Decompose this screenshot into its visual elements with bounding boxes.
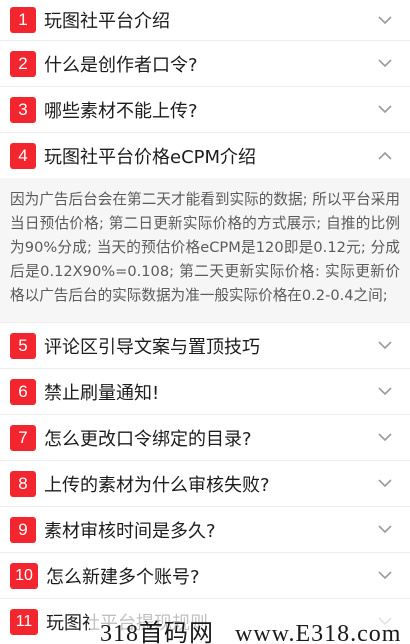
faq-header-5[interactable]: 5 评论区引导文案与置顶技巧: [0, 323, 410, 368]
number-badge: 6: [10, 378, 36, 405]
number-badge: 5: [10, 332, 36, 359]
faq-item-5: 5 评论区引导文案与置顶技巧: [0, 323, 410, 369]
faq-title: 哪些素材不能上传?: [44, 100, 198, 122]
number-badge: 3: [10, 96, 36, 123]
chevron-down-icon[interactable]: [372, 97, 398, 123]
faq-item-6: 6 禁止刷量通知!: [0, 369, 410, 415]
number-badge: 11: [10, 608, 38, 635]
number-badge: 1: [10, 7, 36, 33]
faq-title: 玩图社平台价格eCPM介绍: [44, 146, 257, 168]
faq-header-11[interactable]: 11 玩图社平台提现规则: [0, 599, 410, 644]
faq-header-10[interactable]: 10 怎么新建多个账号?: [0, 553, 410, 598]
faq-header-8[interactable]: 8 上传的素材为什么审核失败?: [0, 461, 410, 506]
faq-item-7: 7 怎么更改口令绑定的目录?: [0, 415, 410, 461]
faq-title: 怎么新建多个账号?: [46, 566, 200, 588]
faq-title: 什么是创作者口令?: [44, 54, 198, 76]
faq-header-3[interactable]: 3 哪些素材不能上传?: [0, 87, 410, 132]
faq-header-6[interactable]: 6 禁止刷量通知!: [0, 369, 410, 414]
faq-item-2: 2 什么是创作者口令?: [0, 41, 410, 87]
faq-item-8: 8 上传的素材为什么审核失败?: [0, 461, 410, 507]
chevron-down-icon[interactable]: [372, 471, 398, 497]
faq-title: 玩图社平台介绍: [44, 11, 170, 32]
faq-item-10: 10 怎么新建多个账号?: [0, 553, 410, 599]
chevron-down-icon[interactable]: [372, 425, 398, 451]
faq-header-9[interactable]: 9 素材审核时间是多久?: [0, 507, 410, 552]
number-badge: 7: [10, 424, 36, 451]
faq-item-4: 4 玩图社平台价格eCPM介绍 因为广告后台会在第二天才能看到实际的数据; 所以…: [0, 133, 410, 323]
chevron-down-icon[interactable]: [372, 517, 398, 543]
faq-item-9: 9 素材审核时间是多久?: [0, 507, 410, 553]
chevron-down-icon[interactable]: [372, 51, 398, 77]
faq-header-1[interactable]: 1 玩图社平台介绍: [0, 0, 410, 40]
faq-answer: 因为广告后台会在第二天才能看到实际的数据; 所以平台采用当日预估价格; 第二日更…: [0, 178, 410, 322]
faq-header-2[interactable]: 2 什么是创作者口令?: [0, 41, 410, 86]
faq-header-7[interactable]: 7 怎么更改口令绑定的目录?: [0, 415, 410, 460]
faq-title: 上传的素材为什么审核失败?: [44, 474, 270, 496]
faq-item-11: 11 玩图社平台提现规则: [0, 599, 410, 644]
faq-header-4[interactable]: 4 玩图社平台价格eCPM介绍: [0, 133, 410, 178]
number-badge: 4: [10, 142, 36, 169]
chevron-down-icon[interactable]: [372, 609, 398, 635]
faq-title: 玩图社平台提现规则: [46, 612, 208, 634]
chevron-down-icon[interactable]: [372, 333, 398, 359]
faq-title: 怎么更改口令绑定的目录?: [44, 428, 252, 450]
number-badge: 9: [10, 516, 36, 543]
chevron-down-icon[interactable]: [372, 563, 398, 589]
number-badge: 8: [10, 470, 36, 497]
faq-title: 禁止刷量通知!: [44, 382, 160, 404]
faq-title: 素材审核时间是多久?: [44, 520, 216, 542]
chevron-up-icon[interactable]: [372, 143, 398, 169]
faq-list: 1 玩图社平台介绍 2 什么是创作者口令? 3 哪些素材不能上传? 4 玩图社平…: [0, 0, 410, 644]
faq-item-1: 1 玩图社平台介绍: [0, 0, 410, 41]
number-badge: 10: [10, 562, 38, 589]
number-badge: 2: [10, 50, 36, 77]
chevron-down-icon[interactable]: [372, 379, 398, 405]
faq-title: 评论区引导文案与置顶技巧: [44, 336, 260, 358]
faq-item-3: 3 哪些素材不能上传?: [0, 87, 410, 133]
chevron-down-icon[interactable]: [372, 7, 398, 33]
